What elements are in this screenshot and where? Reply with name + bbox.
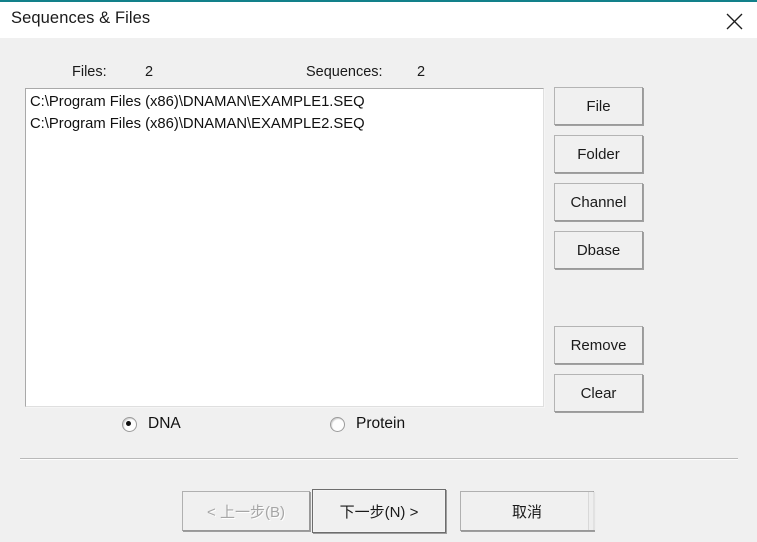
files-count-value: 2 (145, 64, 154, 80)
list-item[interactable]: C:\Program Files (x86)\DNAMAN\EXAMPLE2.S… (28, 113, 543, 135)
radio-protein-mark[interactable] (330, 416, 345, 432)
add-channel-button[interactable]: Channel (554, 183, 643, 221)
clear-button[interactable]: Clear (554, 374, 643, 412)
radio-dna-label: DNA (148, 415, 181, 432)
remove-button[interactable]: Remove (554, 326, 643, 364)
add-dbase-button[interactable]: Dbase (554, 231, 643, 269)
close-icon (711, 13, 757, 30)
list-item[interactable]: C:\Program Files (x86)\DNAMAN\EXAMPLE1.S… (28, 91, 543, 113)
cancel-button[interactable]: 取消 (460, 491, 594, 531)
sequences-count-value: 2 (417, 64, 426, 80)
radio-dna[interactable]: DNA (122, 415, 181, 433)
radio-protein[interactable]: Protein (330, 415, 405, 433)
title-bar: Sequences & Files (0, 0, 757, 38)
back-button[interactable]: < 上一步(B) (182, 491, 310, 531)
horizontal-separator (20, 458, 738, 460)
sequences-and-files-dialog: Sequences & Files Files: 2 Sequences: 2 … (0, 0, 757, 542)
close-button[interactable] (711, 4, 757, 38)
files-count-label: Files: (72, 64, 107, 80)
add-folder-button[interactable]: Folder (554, 135, 643, 173)
sequences-count-label: Sequences: (306, 64, 383, 80)
next-button[interactable]: 下一步(N) > (312, 489, 446, 533)
cancel-button-edge-artifact (588, 492, 596, 530)
radio-protein-label: Protein (356, 415, 406, 432)
window-title: Sequences & Files (11, 9, 151, 27)
radio-dna-mark[interactable] (122, 416, 137, 432)
file-list-box[interactable]: C:\Program Files (x86)\DNAMAN\EXAMPLE1.S… (25, 88, 544, 407)
add-file-button[interactable]: File (554, 87, 643, 125)
